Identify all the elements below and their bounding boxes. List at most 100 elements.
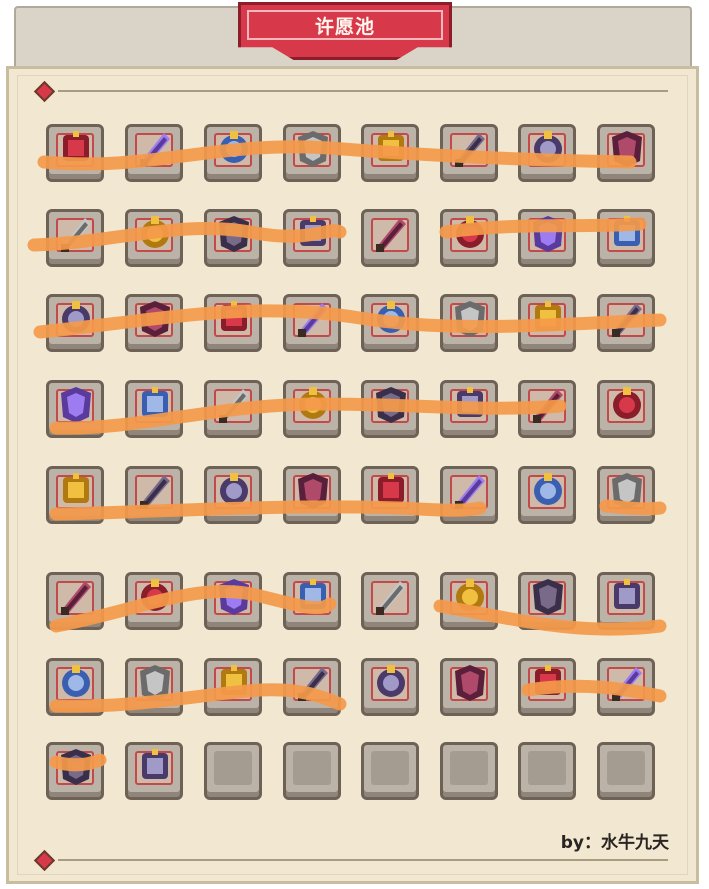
backpack-icon <box>219 216 249 252</box>
item-slot[interactable] <box>46 658 104 716</box>
item-slot[interactable] <box>440 466 498 524</box>
teal-bow-icon <box>613 387 641 419</box>
item-slot[interactable] <box>518 380 576 438</box>
lava-cloak-icon <box>376 581 406 615</box>
item-slot[interactable] <box>361 380 419 438</box>
item-slot[interactable] <box>204 209 262 267</box>
item-slot[interactable] <box>440 294 498 352</box>
item-slot[interactable] <box>46 209 104 267</box>
item-slot[interactable] <box>204 658 262 716</box>
item-slot[interactable] <box>125 742 183 800</box>
item-slot[interactable] <box>361 572 419 630</box>
item-slot[interactable] <box>440 380 498 438</box>
item-slot[interactable] <box>283 209 341 267</box>
wooden-armor-icon <box>376 218 406 252</box>
red-scythe-icon <box>533 216 563 252</box>
red-dagger-icon <box>457 387 483 417</box>
demon-armor-icon <box>455 301 485 337</box>
item-slot[interactable] <box>125 380 183 438</box>
assault-rifle-icon <box>298 303 328 337</box>
ice-blade-icon <box>62 665 90 697</box>
item-slot[interactable] <box>597 572 655 630</box>
demon-helmet-icon <box>612 131 642 167</box>
item-slot[interactable] <box>597 209 655 267</box>
empty-slot[interactable] <box>440 742 498 800</box>
item-slot[interactable] <box>361 209 419 267</box>
item-slot[interactable] <box>125 658 183 716</box>
item-slot[interactable] <box>204 294 262 352</box>
blue-slime-icon <box>377 301 405 333</box>
crimson-belt-icon <box>219 579 249 615</box>
item-slot[interactable] <box>361 294 419 352</box>
amber-shard-icon <box>376 387 406 423</box>
item-slot[interactable] <box>46 742 104 800</box>
page-title: 许愿池 <box>314 16 375 38</box>
item-slot[interactable] <box>518 572 576 630</box>
rubber-chicken-icon <box>140 665 170 701</box>
item-slot[interactable] <box>597 466 655 524</box>
inventory-panel <box>6 66 699 884</box>
item-slot[interactable] <box>125 466 183 524</box>
item-slot[interactable] <box>204 380 262 438</box>
item-slot[interactable] <box>125 572 183 630</box>
golden-chest-armor-icon <box>456 579 484 611</box>
empty-slot[interactable] <box>597 742 655 800</box>
empty-slot[interactable] <box>204 742 262 800</box>
golden-gauntlet-icon <box>456 216 484 248</box>
dark-cannon-icon <box>455 133 485 167</box>
item-slot[interactable] <box>283 466 341 524</box>
silver-crossbow-icon <box>378 473 404 503</box>
ice-axe-icon <box>140 475 170 509</box>
rune-orb-icon <box>220 131 248 163</box>
water-gun-icon <box>298 667 328 701</box>
item-slot[interactable] <box>46 124 104 182</box>
red-shield-icon <box>455 665 485 701</box>
item-slot[interactable] <box>283 658 341 716</box>
item-slot[interactable] <box>204 572 262 630</box>
item-slot[interactable] <box>361 124 419 182</box>
crab-armor-icon <box>140 301 170 337</box>
item-slot[interactable] <box>125 209 183 267</box>
item-slot[interactable] <box>46 380 104 438</box>
golden-trident-icon <box>298 473 328 509</box>
item-slot[interactable] <box>597 658 655 716</box>
item-slot[interactable] <box>283 294 341 352</box>
violet-crystals-icon <box>141 579 169 611</box>
item-slot[interactable] <box>440 209 498 267</box>
swordfish-icon <box>221 665 247 695</box>
item-slot[interactable] <box>125 124 183 182</box>
item-slot[interactable] <box>361 658 419 716</box>
flame-staff-icon <box>61 581 91 615</box>
item-slot[interactable] <box>46 572 104 630</box>
item-slot[interactable] <box>125 294 183 352</box>
fist-sigil-icon <box>534 473 562 505</box>
item-slot[interactable] <box>361 466 419 524</box>
item-slot[interactable] <box>440 572 498 630</box>
item-slot[interactable] <box>46 294 104 352</box>
item-slot[interactable] <box>204 124 262 182</box>
item-slot[interactable] <box>518 294 576 352</box>
silver-gun-icon <box>141 216 169 248</box>
fire-boomerang-icon <box>612 473 642 509</box>
gold-claw-icon <box>612 303 642 337</box>
empty-slot[interactable] <box>361 742 419 800</box>
item-slot[interactable] <box>597 380 655 438</box>
item-slot[interactable] <box>283 380 341 438</box>
item-slot[interactable] <box>518 209 576 267</box>
pink-frame-icon <box>300 579 326 609</box>
item-slot[interactable] <box>283 124 341 182</box>
item-slot[interactable] <box>440 124 498 182</box>
green-gem-amulet-icon <box>535 301 561 331</box>
item-slot[interactable] <box>518 658 576 716</box>
empty-slot[interactable] <box>518 742 576 800</box>
item-slot[interactable] <box>518 466 576 524</box>
blue-cape-icon <box>61 749 91 785</box>
item-slot[interactable] <box>204 466 262 524</box>
item-slot[interactable] <box>597 294 655 352</box>
item-slot[interactable] <box>440 658 498 716</box>
item-slot[interactable] <box>518 124 576 182</box>
item-slot[interactable] <box>283 572 341 630</box>
item-slot[interactable] <box>46 466 104 524</box>
empty-slot[interactable] <box>283 742 341 800</box>
item-slot[interactable] <box>597 124 655 182</box>
